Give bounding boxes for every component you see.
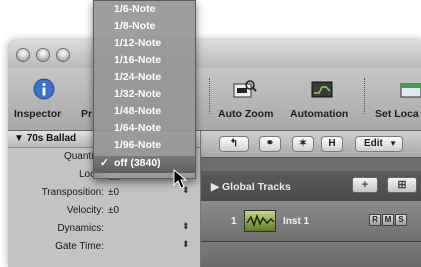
quantize-menu: 1/6-Note 1/8-Note 1/12-Note 1/16-Note 1/… [93,0,196,179]
menu-item[interactable]: 1/8-Note [94,19,195,36]
edit-label: Edit [364,138,383,149]
menu-item[interactable]: 1/6-Note [94,2,195,19]
h-button[interactable]: H [321,136,343,152]
catch-button[interactable]: ✶ [292,136,314,152]
auto-zoom-button[interactable]: Auto Zoom [215,68,279,130]
back-button[interactable]: ↰ [219,136,249,152]
info-icon [33,78,55,100]
track-row[interactable] [201,242,421,267]
set-locators-label: Set Loca [375,108,419,120]
transposition-label: Transposition: [41,187,104,198]
gate-time-stepper-icon[interactable]: ⬍ [182,239,190,250]
instrument-track-icon [244,210,276,232]
global-tracks-label: ▶ Global Tracks [211,181,291,193]
link-icon: ⚭ [265,138,275,149]
transposition-row[interactable]: Transposition: ±0 ⬍ [8,184,200,202]
arrange-area: ↰ ⚭ ✶ H Edit ▼ ▶ Global Tracks + ⊞ 1 Ins… [201,131,421,267]
mouse-pointer-icon [173,169,187,189]
menu-item[interactable]: 1/24-Note [94,70,195,87]
arrange-window: Inspector Pr Auto Zoom Automation Set Lo… [8,40,421,267]
menu-item[interactable]: 1/96-Note [94,138,195,155]
automation-label: Automation [290,108,349,120]
link-button[interactable]: ⚭ [259,136,281,152]
main-toolbar: Inspector Pr Auto Zoom Automation Set Lo… [8,68,421,131]
edit-menu[interactable]: Edit ▼ [355,136,403,152]
arrange-toolbar: ↰ ⚭ ✶ H Edit ▼ [201,131,421,158]
add-track-button[interactable]: + [352,177,378,193]
waveform-icon [246,213,275,228]
menu-item-label: 1/12-Note [114,37,162,49]
minimize-button[interactable] [36,48,50,62]
menu-item-label: 1/48-Note [114,105,162,117]
inspector-button[interactable]: Inspector [8,68,78,130]
menu-item-label: 1/64-Note [114,122,162,134]
menu-item-label: off (3840) [114,157,161,169]
global-tracks-header[interactable]: ▶ Global Tracks + ⊞ [201,171,421,202]
toolbar-separator [364,78,365,114]
back-arrow-icon: ↰ [229,138,239,149]
set-locators-button[interactable]: Set Loca [370,68,421,130]
velocity-row[interactable]: Velocity: ±0 [8,202,200,220]
add-folder-button[interactable]: ⊞ [387,177,417,193]
menu-item[interactable]: 1/32-Note [94,87,195,104]
folder-icon: ⊞ [397,179,407,191]
dynamics-label: Dynamics: [57,223,104,234]
gate-time-label: Gate Time: [55,241,104,252]
automation-icon [311,81,333,98]
automation-button[interactable]: Automation [287,68,357,130]
auto-zoom-icon [233,80,257,98]
menu-item[interactable]: 1/12-Note [94,36,195,53]
disclosure-triangle-icon: ▶ [211,181,220,193]
auto-zoom-label: Auto Zoom [218,108,274,120]
transposition-value: ±0 [108,187,120,198]
catch-icon: ✶ [298,138,308,149]
chevron-down-icon: ▼ [389,139,397,148]
track-name: Inst 1 [283,216,310,227]
menu-item-label: 1/16-Note [114,54,162,66]
mute-button[interactable]: M [382,214,394,226]
global-tracks-text: Global Tracks [222,181,291,193]
menu-item[interactable]: 1/48-Note [94,104,195,121]
menu-item-label: 1/32-Note [114,88,162,100]
gate-time-row[interactable]: Gate Time: ⬍ [8,238,200,256]
menu-item[interactable]: 1/64-Note [94,121,195,138]
velocity-label: Velocity: [66,205,104,216]
menu-item-label: 1/6-Note [114,3,156,15]
track-number: 1 [231,216,237,227]
menu-item[interactable]: 1/16-Note [94,53,195,70]
menu-item-label: 1/24-Note [114,71,162,83]
checkmark-icon: ✓ [100,157,109,169]
region-name: ▼ 70s Ballad [14,133,77,144]
close-button[interactable] [16,48,30,62]
velocity-value: ±0 [108,205,120,216]
plus-icon: + [361,179,369,191]
region-title: 70s Ballad [26,133,77,144]
solo-button[interactable]: S [395,214,407,226]
menu-item-label: 1/96-Note [114,139,162,151]
zoom-button[interactable] [56,48,70,62]
menu-item-label: 1/8-Note [114,20,156,32]
preferences-label: Pr [81,108,93,120]
toolbar-separator [209,78,210,114]
dynamics-row[interactable]: Dynamics: ⬍ [8,220,200,238]
track-row[interactable]: 1 Inst 1 R M S [201,201,421,242]
record-button[interactable]: R [369,214,381,226]
dynamics-stepper-icon[interactable]: ⬍ [182,221,190,232]
inspector-label: Inspector [14,108,62,120]
title-bar [8,40,421,68]
set-locators-icon [400,83,421,98]
